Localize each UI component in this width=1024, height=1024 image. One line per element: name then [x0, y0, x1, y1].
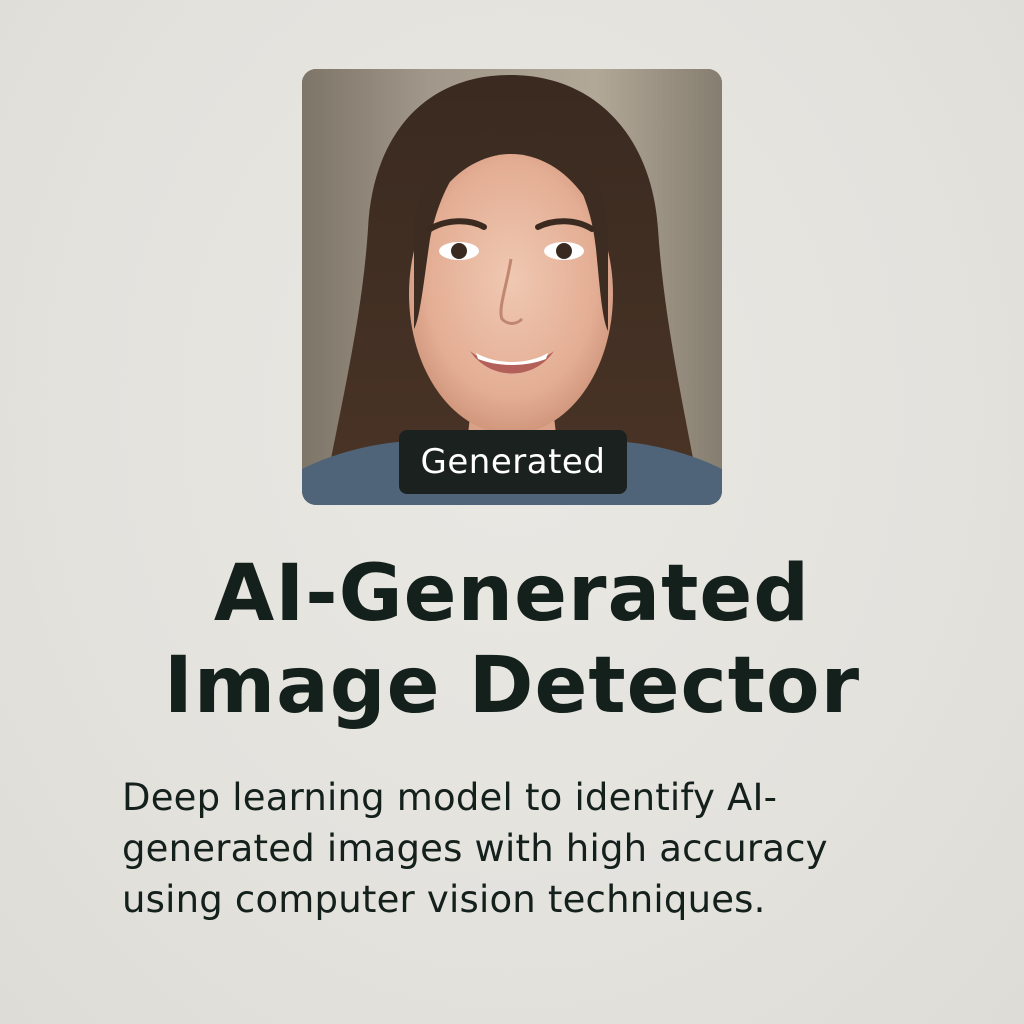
page: Generated AI-Generated Image Detector De…	[0, 0, 1024, 1024]
description: Deep learning model to identify AI- gene…	[122, 772, 862, 925]
description-line-1: Deep learning model to identify AI-	[122, 776, 778, 819]
page-title: AI-Generated Image Detector	[0, 548, 1024, 732]
generated-badge: Generated	[399, 430, 627, 494]
title-line-1: AI-Generated	[213, 549, 811, 639]
generated-image-card: Generated	[302, 69, 722, 505]
description-line-2: generated images with high accuracy	[122, 827, 828, 870]
title-line-2: Image Detector	[163, 641, 861, 731]
description-line-3: using computer vision techniques.	[122, 878, 766, 921]
